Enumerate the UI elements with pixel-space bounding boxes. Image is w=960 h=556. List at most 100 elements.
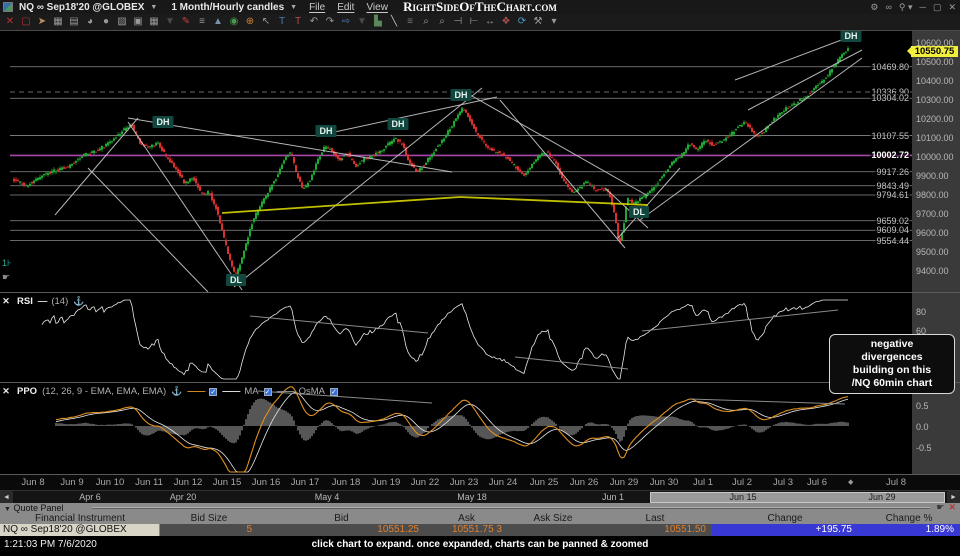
scrollbar-date-label: Jun 1 <box>601 492 625 502</box>
marker-1-tool-icon[interactable]: 1⊦ <box>2 258 12 269</box>
maximize-icon[interactable]: ▢ <box>933 2 942 13</box>
symbol-selector[interactable]: NQ ∞ Sep18'20 @GLOBEX <box>19 2 144 13</box>
rsi-anchor-icon[interactable]: ⚓ <box>73 296 84 307</box>
scrollbar-thumb[interactable] <box>650 492 945 503</box>
quote-col-header: Financial Instrument <box>34 513 126 524</box>
scrollbar-thumb-label: Jun 29 <box>868 492 896 502</box>
menu-file[interactable]: File <box>309 2 325 13</box>
quote-table-row[interactable]: NQ ∞ Sep18'20 @GLOBEX 5 10551.25 10551.75 3… <box>0 524 960 536</box>
rsi-line-sample: — <box>37 296 47 307</box>
period-selector[interactable]: 1 Month/Hourly candles <box>171 2 284 13</box>
draw-line-icon[interactable]: ✎ <box>178 14 194 30</box>
menu-edit[interactable]: Edit <box>337 2 354 13</box>
candle-tool-icon[interactable]: ❖ <box>498 14 514 30</box>
rsi-pane-divider[interactable] <box>0 292 960 293</box>
last-price-tag: 10550.75 <box>907 45 958 57</box>
chart-window-icon[interactable]: ▣ <box>130 14 146 30</box>
quote-panel-title[interactable]: ▼ Quote Panel <box>4 503 64 513</box>
triangle-up-icon[interactable]: ▲ <box>210 14 226 30</box>
arrow-right-icon[interactable]: ⇨ <box>338 14 354 30</box>
scrollbar-date-label: May 4 <box>314 492 340 502</box>
layout-grid-icon[interactable]: ▦ <box>146 14 162 30</box>
rsi-close-icon[interactable]: ✕ <box>0 296 12 307</box>
text-box-icon[interactable]: T <box>274 14 290 30</box>
print-icon[interactable]: ▤ <box>66 14 82 30</box>
dropdown-icon[interactable]: ▼ <box>162 14 178 30</box>
ppo-tick: -0.5 <box>916 443 932 453</box>
level-label: 9794.61 <box>875 190 910 201</box>
site-watermark: RightSideOfTheChart.com <box>403 0 557 14</box>
status-bar: 1:21:03 PM 7/6/2020 click chart to expan… <box>0 536 960 556</box>
level-label: 9609.04 <box>875 225 910 236</box>
symbol-caret-icon[interactable]: ▼ <box>150 4 157 11</box>
zoom-in-icon[interactable]: ⌕ <box>418 14 434 30</box>
status-hint: click chart to expand. once expanded, ch… <box>311 539 649 550</box>
redo-icon[interactable]: ↷ <box>322 14 338 30</box>
price-tick: 10000.00 <box>916 152 954 162</box>
date-tick: Jun 23 <box>449 477 479 488</box>
drag-hand-icon[interactable]: ☛ <box>936 502 944 512</box>
ppo-close-icon[interactable]: ✕ <box>0 386 12 397</box>
undo-icon[interactable]: ↶ <box>306 14 322 30</box>
text-note-icon[interactable]: T <box>290 14 306 30</box>
dropdown2-icon[interactable]: ▼ <box>354 14 370 30</box>
menu-view[interactable]: View <box>366 2 388 13</box>
hatch-icon[interactable]: ≡ <box>402 14 418 30</box>
pin-icon[interactable]: ⚲ ▾ <box>899 2 913 13</box>
annotation-note[interactable]: negative divergences building on this/NQ 6… <box>829 334 955 394</box>
quote-cell-ask-size <box>508 524 598 536</box>
trendline-tool-icon[interactable]: ╲ <box>386 14 402 30</box>
hand-tool-icon[interactable]: ☛ <box>2 272 10 283</box>
ppo-pane-divider[interactable] <box>0 382 960 383</box>
collapse-icon[interactable]: ▼ <box>4 506 11 513</box>
bar-pattern-icon[interactable]: ≡ <box>194 14 210 30</box>
minimize-icon[interactable]: ─ <box>920 2 926 12</box>
chart-scrollbar[interactable]: ◄ ► Apr 6 Apr 20 May 4 May 18 Jun 1 Jun 15 Jun… <box>0 490 960 504</box>
ppo-tick: 0.0 <box>916 422 929 432</box>
rsi-title[interactable]: RSI <box>17 296 33 307</box>
pan-left-icon[interactable]: ⊣ <box>450 14 466 30</box>
ppo-legend-checkbox[interactable]: ✓ <box>329 387 338 396</box>
pointer-tool-icon[interactable]: ➤ <box>34 14 50 30</box>
close-window-icon[interactable]: ✕ <box>948 2 956 13</box>
date-tick: Jun 22 <box>410 477 440 488</box>
window-controls: ⚙ ∞ ⚲ ▾ ─ ▢ ✕ <box>870 0 956 14</box>
quote-panel-titlerow: ▼ Quote Panel ☛ ✕ <box>0 502 960 513</box>
price-tick: 10500.00 <box>916 57 954 67</box>
price-tick: 9700.00 <box>916 209 949 219</box>
zoom-out-icon[interactable]: ⌕ <box>434 14 450 30</box>
image-icon[interactable]: ▨ <box>114 14 130 30</box>
swing-dh-label: DH <box>387 118 409 130</box>
pan-right-icon[interactable]: ⊢ <box>466 14 482 30</box>
drawing-toolbar: ✕ ▢ ➤ ▦ ▤ ◕ ● ▨ ▣ ▦ ▼ ✎ ≡ ▲ ◉ ⊕ ↖ T T ↶ ↷ ⇨ ▼ ▙ ╲ ≡ ⌕ ⌕ ⊣ ⊢ ↔ ❖ ⟳ ⚒ ▾ <box>0 14 960 31</box>
swing-dh-label: DH <box>152 116 174 128</box>
expand-h-icon[interactable]: ↔ <box>482 14 498 30</box>
crosshair-icon[interactable]: ⊕ <box>242 14 258 30</box>
region-select-icon[interactable]: ▢ <box>18 14 34 30</box>
grid-icon[interactable]: ▦ <box>50 14 66 30</box>
wrench-icon[interactable]: ⚒ <box>530 14 546 30</box>
more-dropdown-icon[interactable]: ▾ <box>546 14 562 30</box>
ppo-anchor-icon[interactable]: ⚓ <box>171 386 182 397</box>
circle-icon[interactable]: ● <box>98 14 114 30</box>
ppo-legend-dash: —— <box>276 386 295 397</box>
pie-icon[interactable]: ◕ <box>82 14 98 30</box>
quote-panel-rule <box>92 507 930 509</box>
refresh-icon[interactable]: ⟳ <box>514 14 530 30</box>
quote-cell-financial-instrument: NQ ∞ Sep18'20 @GLOBEX <box>0 524 160 536</box>
period-caret-icon[interactable]: ▼ <box>290 4 297 11</box>
settings-gear-icon[interactable]: ⚙ <box>870 2 878 13</box>
ppo-params: (12, 26, 9 - EMA, EMA, EMA) <box>42 386 167 397</box>
ppo-title[interactable]: PPO <box>17 386 37 397</box>
quote-panel: ▼ Quote Panel ☛ ✕ Financial Instrument Bid… <box>0 502 960 536</box>
volume-chart-icon[interactable]: ▙ <box>370 14 386 30</box>
ppo-legend-checkbox[interactable]: ✓ <box>209 387 218 396</box>
cursor-icon[interactable]: ↖ <box>258 14 274 30</box>
close-panel-icon[interactable]: ✕ <box>948 502 956 512</box>
link-icon[interactable]: ∞ <box>886 2 892 12</box>
date-axis[interactable]: Jun 8 Jun 9 Jun 10 Jun 11 Jun 12 Jun 15 Jun 16… <box>0 474 960 490</box>
sphere-icon[interactable]: ◉ <box>226 14 242 30</box>
ppo-legend-checkbox[interactable]: ✓ <box>263 387 272 396</box>
close-chart-icon[interactable]: ✕ <box>2 14 18 30</box>
level-label: 9659.02 <box>875 215 910 226</box>
